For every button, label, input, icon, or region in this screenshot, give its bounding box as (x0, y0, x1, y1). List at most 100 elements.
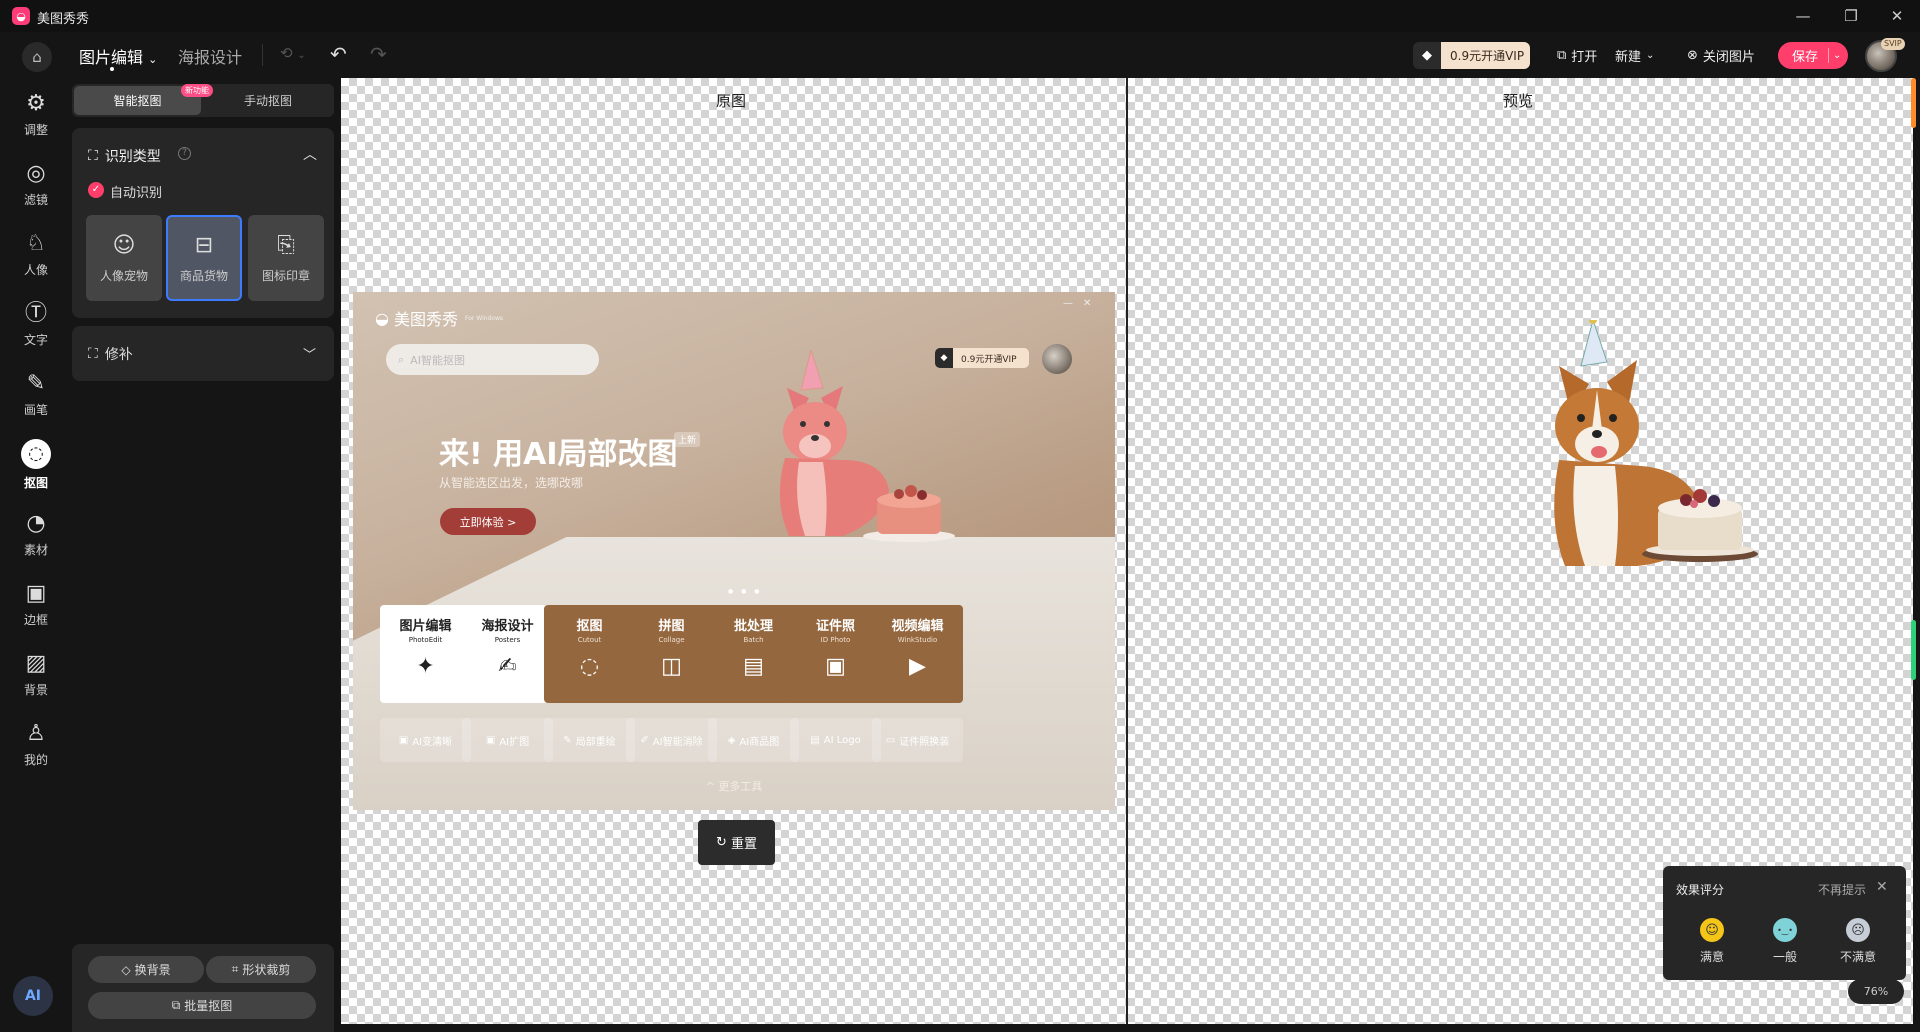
minimize-button[interactable]: — (1780, 0, 1826, 32)
undo-button[interactable]: ↶ (330, 42, 347, 66)
tool-label: 证件照换装 (899, 736, 950, 748)
repair-header[interactable]: ⛶ 修补 (88, 344, 133, 364)
reset-button[interactable]: ↻ 重置 (698, 820, 775, 865)
rate-neutral[interactable]: •‿• 一般 (1755, 918, 1815, 965)
chevron-up-icon: ^ (705, 780, 719, 793)
tool-icon: ✎ (563, 734, 572, 746)
image-tool-pill: ▣ AI变清晰 (380, 718, 471, 762)
home-button[interactable]: ⌂ (22, 42, 52, 72)
toolbar-divider (262, 44, 263, 66)
image-card: 拼图 Collage ◫ (626, 605, 717, 703)
help-icon[interactable]: ? (178, 147, 191, 160)
recognition-type-header: ⛶ 识别类型 (88, 146, 161, 166)
card-title: 拼图 (658, 619, 685, 634)
chevron-down-icon[interactable]: ⌄ (1828, 48, 1841, 63)
redo-button[interactable]: ↷ (370, 42, 387, 66)
rate-label: 不满意 (1839, 950, 1876, 964)
cutout-icon: ◌ (21, 439, 51, 469)
chevron-down-icon[interactable]: ﹀ (303, 344, 316, 363)
tool-label: AI扩图 (499, 736, 530, 748)
nav-portrait[interactable]: ♘ 人像 (0, 226, 72, 284)
card-sub: Batch (743, 636, 764, 644)
image-tool-pill: ✎ 局部重绘 (544, 718, 635, 762)
nav-cutout[interactable]: ◌ 抠图 (0, 436, 72, 494)
title-bar (0, 0, 1920, 32)
chevron-down-icon: ⌄ (297, 50, 306, 61)
batch-cutout-button[interactable]: ⧉ 批量抠图 (88, 992, 316, 1019)
canvas-divider[interactable] (1126, 78, 1128, 1024)
type-person-pet[interactable]: ☺ 人像宠物 (86, 215, 162, 301)
card-title: 视频编辑 (891, 619, 944, 634)
diamond-icon: ◆ (940, 353, 948, 363)
image-more-tools: ^ 更多工具 (353, 778, 1115, 794)
chevron-down-icon: ⌄ (1646, 50, 1655, 61)
batch-cutout-label: 批量抠图 (184, 999, 233, 1013)
image-card: 图片编辑 PhotoEdit ✦ (380, 605, 471, 703)
vip-button[interactable]: ◆ 0.9元开通VIP (1413, 42, 1530, 69)
ai-assistant-button[interactable]: AI (13, 976, 53, 1016)
type-icon-stamp[interactable]: ⎘ 图标印章 (248, 215, 324, 301)
nav-material[interactable]: ◔ 素材 (0, 506, 72, 564)
shape-crop-label: 形状裁剪 (242, 963, 291, 977)
scroll-indicator[interactable] (1911, 620, 1916, 680)
tab-manual-cutout[interactable]: 手动抠图 (204, 86, 332, 115)
batch-icon: ▤ (743, 654, 764, 679)
scroll-indicator[interactable] (1911, 78, 1916, 128)
history-icon: ⟲ (280, 44, 293, 62)
type-label: 图标印章 (261, 268, 310, 283)
dont-remind-link[interactable]: 不再提示 (1818, 881, 1866, 898)
image-window-controls: —✕ (1063, 298, 1102, 309)
active-tab-indicator (110, 67, 114, 71)
save-label: 保存 (1792, 50, 1819, 65)
nav-text[interactable]: Ⓣ 文字 (0, 296, 72, 354)
nav-label: 调整 (23, 123, 48, 137)
tool-label: AI商品图 (739, 736, 780, 748)
card-title: 图片编辑 (399, 619, 452, 634)
new-button[interactable]: 新建 ⌄ (1615, 46, 1654, 65)
shape-crop-button[interactable]: ⌗ 形状裁剪 (206, 956, 316, 983)
tool-icon: ▤ (810, 734, 820, 746)
history-button[interactable]: ⟲ ⌄ (280, 44, 306, 62)
tool-label: AI智能消除 (652, 736, 703, 748)
tab-poster-design[interactable]: 海报设计 (178, 44, 242, 68)
change-background-button[interactable]: ◇ 换背景 (88, 956, 204, 983)
nav-frame[interactable]: ▣ 边框 (0, 576, 72, 634)
close-image-button[interactable]: ⊗ 关闭图片 (1687, 46, 1755, 65)
rate-label: 满意 (1699, 950, 1724, 964)
image-tool-pill: ▭ 证件照换装 (872, 718, 963, 762)
tool-label: 局部重绘 (575, 736, 616, 748)
tab-image-edit[interactable]: 图片编辑 ⌄ (79, 44, 157, 68)
maximize-button[interactable]: ❐ (1828, 0, 1874, 32)
vip-label: 0.9元开通VIP (1450, 49, 1525, 63)
rate-unsatisfied[interactable]: ☹ 不满意 (1828, 918, 1888, 965)
nav-background[interactable]: ▨ 背景 (0, 646, 72, 704)
tab-image-edit-label: 图片编辑 (79, 48, 144, 67)
home-icon: ⌂ (32, 48, 42, 66)
auto-detect-label[interactable]: 自动识别 (110, 182, 162, 201)
tool-icon: ▣ (485, 734, 496, 746)
open-button[interactable]: ⧉ 打开 (1557, 46, 1597, 65)
chevron-up-icon[interactable]: ︿ (303, 144, 317, 164)
image-card: 批处理 Batch ▤ (708, 605, 799, 703)
card-sub: Posters (494, 636, 521, 644)
open-label: 打开 (1571, 50, 1598, 65)
save-button[interactable]: 保存 ⌄ (1778, 42, 1848, 69)
nav-mine[interactable]: ♙ 我的 (0, 716, 72, 774)
scan-icon: ⛶ (88, 148, 98, 164)
zoom-level[interactable]: 76% (1848, 979, 1904, 1004)
image-vip-badge: ◆ 0.9元开通VIP (935, 348, 1029, 368)
type-goods[interactable]: ⊟ 商品货物 (166, 215, 242, 301)
image-card: 海报设计 Posters ✍ (462, 605, 553, 703)
nav-brush[interactable]: ✎ 画笔 (0, 366, 72, 424)
undo-icon: ↶ (330, 42, 347, 66)
nav-adjust[interactable]: ⚙ 调整 (0, 86, 72, 144)
close-window-button[interactable]: ✕ (1874, 0, 1920, 32)
tool-icon: ◈ (727, 734, 736, 746)
wand-icon: ✦ (416, 654, 435, 679)
nav-filter[interactable]: ◎ 滤镜 (0, 156, 72, 214)
rate-satisfied[interactable]: ☺ 满意 (1682, 918, 1742, 965)
video-hd-icon: ▶ (909, 654, 926, 679)
auto-detect-checkbox[interactable]: ✓ (88, 182, 104, 198)
nav-label: 抠图 (23, 476, 48, 490)
close-icon[interactable]: ✕ (1876, 879, 1888, 895)
